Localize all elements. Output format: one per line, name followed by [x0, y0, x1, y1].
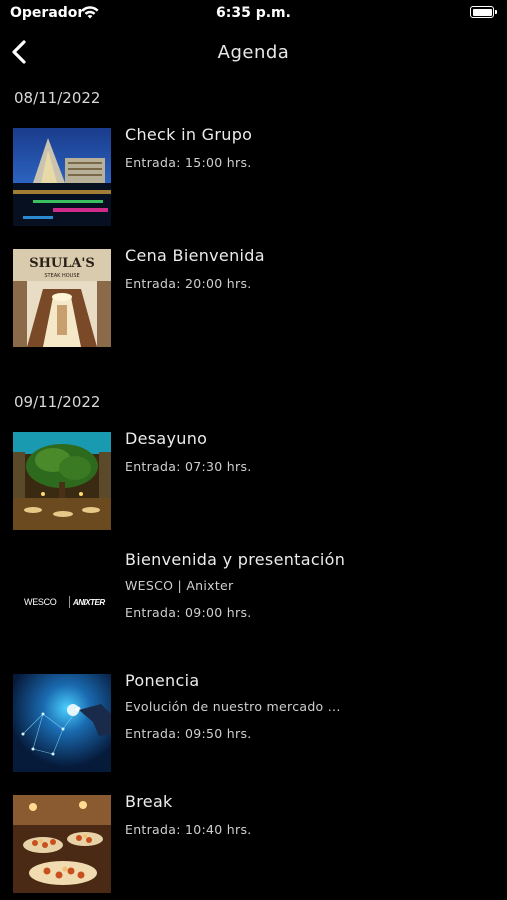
status-bar: Operador 6:35 p.m.	[0, 0, 507, 28]
event-entrada: Entrada: 10:40 hrs.	[125, 822, 252, 837]
date-header: 09/11/2022	[14, 393, 101, 411]
event-entrada: Entrada: 09:50 hrs.	[125, 726, 252, 741]
agenda-item-break[interactable]: Break Entrada: 10:40 hrs.	[0, 792, 507, 895]
svg-text:ANIXTER: ANIXTER	[72, 598, 105, 607]
battery-icon	[470, 6, 497, 18]
digital-network-photo	[13, 674, 111, 772]
event-subtitle: WESCO | Anixter	[125, 578, 234, 593]
buffet-photo	[13, 795, 111, 893]
agenda-item-bienvenida-presentacion[interactable]: WESCO ANIXTER Bienvenida y presentación …	[0, 550, 507, 653]
shulas-steak-house-photo: SHULA'S STEAK HOUSE	[13, 249, 111, 347]
atrium-restaurant-photo	[13, 432, 111, 530]
event-entrada: Entrada: 09:00 hrs.	[125, 605, 252, 620]
navigation-bar: Agenda	[0, 30, 507, 74]
event-entrada: Entrada: 07:30 hrs.	[125, 459, 252, 474]
event-entrada: Entrada: 20:00 hrs.	[125, 276, 252, 291]
agenda-item-ponencia[interactable]: Ponencia Evolución de nuestro mercado ..…	[0, 671, 507, 774]
event-title: Cena Bienvenida	[125, 246, 265, 265]
wesco-anixter-logo: WESCO ANIXTER	[13, 553, 111, 651]
clock-time: 6:35 p.m.	[216, 5, 291, 21]
agenda-item-check-in[interactable]: Check in Grupo Entrada: 15:00 hrs.	[0, 125, 507, 228]
date-header: 08/11/2022	[14, 89, 101, 107]
event-entrada: Entrada: 15:00 hrs.	[125, 155, 252, 170]
event-subtitle: Evolución de nuestro mercado ...	[125, 699, 341, 714]
agenda-item-desayuno[interactable]: Desayuno Entrada: 07:30 hrs.	[0, 429, 507, 532]
svg-text:WESCO: WESCO	[24, 597, 57, 607]
event-title: Check in Grupo	[125, 125, 253, 144]
resort-night-photo	[13, 128, 111, 226]
event-title: Break	[125, 792, 173, 811]
svg-text:STEAK HOUSE: STEAK HOUSE	[44, 273, 79, 279]
page-title: Agenda	[217, 42, 290, 63]
event-title: Ponencia	[125, 671, 200, 690]
event-title: Bienvenida y presentación	[125, 550, 346, 569]
event-title: Desayuno	[125, 429, 208, 448]
agenda-item-cena-bienvenida[interactable]: SHULA'S STEAK HOUSE Cena Bienvenida Entr…	[0, 246, 507, 349]
svg-text:SHULA'S: SHULA'S	[29, 256, 95, 271]
